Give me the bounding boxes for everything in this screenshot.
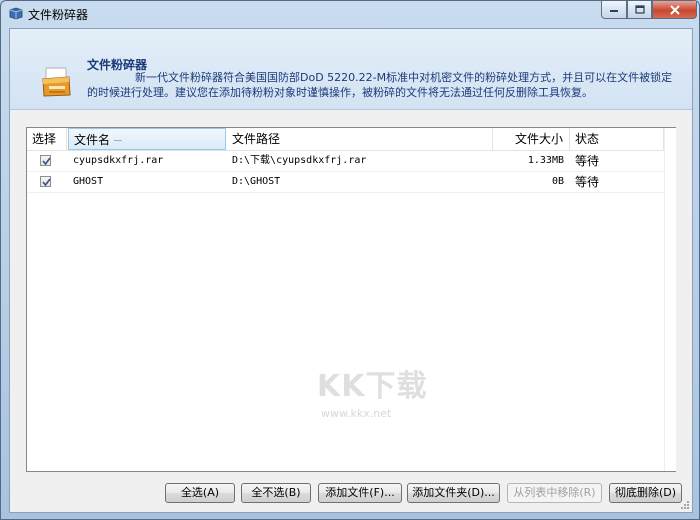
watermark-url: www.kkx.net bbox=[321, 407, 392, 420]
column-header-path[interactable]: 文件路径 bbox=[227, 128, 493, 150]
window-title: 文件粉碎器 bbox=[28, 8, 89, 22]
column-path-label: 文件路径 bbox=[232, 132, 281, 146]
vertical-scrollbar[interactable] bbox=[664, 128, 676, 471]
column-header-name[interactable]: 文件名 bbox=[68, 128, 226, 150]
header-description: 新一代文件粉碎器符合美国国防部DoD 5220.22-M标准中对机密文件的粉碎处… bbox=[87, 71, 673, 99]
shred-button[interactable]: 彻底删除(D) bbox=[609, 483, 682, 503]
info-header: 文件粉碎器 新一代文件粉碎器符合美国国防部DoD 5220.22-M标准中对机密… bbox=[10, 29, 692, 110]
file-name-cell: cyupsdkxfrj.rar bbox=[73, 155, 164, 166]
table-row[interactable]: GHOST D:\GHOST 0B 等待 bbox=[27, 172, 664, 193]
row-checkbox[interactable] bbox=[40, 176, 51, 187]
select-none-button[interactable]: 全不选(B) bbox=[241, 483, 311, 503]
sort-indicator-icon bbox=[114, 140, 123, 141]
file-size-cell: 0B bbox=[551, 176, 564, 187]
column-header-select[interactable]: 选择 bbox=[27, 128, 67, 150]
remove-from-list-button[interactable]: 从列表中移除(R) bbox=[507, 483, 602, 503]
minimize-icon bbox=[610, 9, 618, 12]
list-header: 选择 文件名 文件路径 文件大小 状态 bbox=[27, 128, 675, 151]
maximize-icon bbox=[634, 5, 645, 14]
add-folder-button[interactable]: 添加文件夹(D)... bbox=[407, 483, 500, 503]
shredder-icon bbox=[42, 67, 71, 97]
app-window: 文件粉碎器 文件粉碎器 新一代文件粉碎器符合美国国防部DoD 5220.22-M… bbox=[0, 0, 700, 520]
file-size-cell: 1.33MB bbox=[527, 155, 564, 166]
title-bar[interactable]: 文件粉碎器 bbox=[1, 1, 699, 27]
file-status-cell: 等待 bbox=[575, 154, 600, 168]
file-list[interactable]: 选择 文件名 文件路径 文件大小 状态 cyupsdkxfrj.rar D:\下… bbox=[26, 127, 676, 472]
file-name-cell: GHOST bbox=[73, 176, 104, 187]
column-size-label: 文件大小 bbox=[514, 132, 563, 146]
file-path-cell: D:\下载\cyupsdkxfrj.rar bbox=[232, 155, 367, 166]
shredder-app-icon bbox=[9, 7, 23, 20]
select-all-button[interactable]: 全选(A) bbox=[165, 483, 235, 503]
resize-grip-icon[interactable] bbox=[678, 498, 690, 510]
minimize-button[interactable] bbox=[601, 1, 627, 19]
column-status-label: 状态 bbox=[575, 132, 600, 146]
file-path-cell: D:\GHOST bbox=[232, 176, 281, 187]
watermark-logo: KK下载 bbox=[317, 369, 428, 404]
close-icon bbox=[669, 4, 680, 15]
checkmark-icon bbox=[42, 178, 51, 187]
table-row[interactable]: cyupsdkxfrj.rar D:\下载\cyupsdkxfrj.rar 1.… bbox=[27, 151, 664, 172]
close-button[interactable] bbox=[652, 1, 697, 19]
watermark: KK下载 www.kkx.net bbox=[317, 361, 428, 420]
dialog-body: 文件粉碎器 新一代文件粉碎器符合美国国防部DoD 5220.22-M标准中对机密… bbox=[9, 28, 693, 513]
add-file-button[interactable]: 添加文件(F)... bbox=[318, 483, 402, 503]
maximize-button[interactable] bbox=[627, 1, 652, 19]
column-select-label: 选择 bbox=[32, 132, 57, 146]
file-status-cell: 等待 bbox=[575, 175, 600, 189]
column-header-status[interactable]: 状态 bbox=[570, 128, 664, 150]
checkmark-icon bbox=[42, 157, 51, 166]
row-checkbox[interactable] bbox=[40, 155, 51, 166]
column-header-size[interactable]: 文件大小 bbox=[493, 128, 570, 150]
column-name-label: 文件名 bbox=[74, 133, 111, 147]
